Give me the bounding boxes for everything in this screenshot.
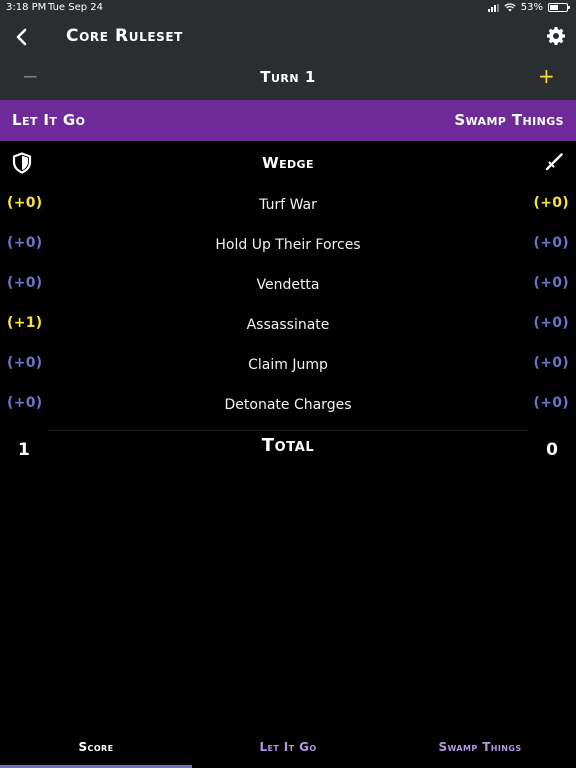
left-team-name: Let It Go (12, 111, 86, 129)
bottom-tab-bar: Score Let It Go Swamp Things (0, 736, 576, 768)
signal-icon (487, 3, 499, 12)
total-label: Total (261, 435, 315, 456)
objective-name: Hold Up Their Forces (215, 237, 361, 253)
right-score-modifier[interactable]: (+0) (534, 195, 569, 211)
right-team-name: Swamp Things (454, 111, 564, 129)
objective-row: (+0) Vendetta (+0) (0, 265, 576, 305)
objective-row: (+0) Hold Up Their Forces (+0) (0, 225, 576, 265)
sword-icon (545, 153, 563, 171)
status-time: 3:18 PM (6, 2, 47, 13)
turn-label: Turn 1 (260, 68, 316, 86)
gear-icon[interactable] (546, 26, 566, 46)
back-chevron-icon[interactable] (12, 26, 34, 48)
team-bar: Let It Go Swamp Things (0, 100, 576, 141)
status-date: Tue Sep 24 (48, 2, 104, 13)
navigation-bar: Core Ruleset − Turn 1 + (0, 16, 576, 100)
objective-row: (+0) Turf War (+0) (0, 185, 576, 225)
objective-row: (+0) Detonate Charges (+0) (0, 385, 576, 425)
tab-left-team[interactable]: Let It Go (192, 740, 384, 754)
right-score-modifier[interactable]: (+0) (534, 355, 569, 371)
total-row: 1 Total 0 (0, 434, 576, 464)
objective-name: Claim Jump (248, 357, 328, 373)
right-score-modifier[interactable]: (+0) (534, 395, 569, 411)
objective-list: (+0) Turf War (+0) (+0) Hold Up Their Fo… (0, 185, 576, 425)
battery-icon (548, 3, 570, 12)
tab-right-team[interactable]: Swamp Things (384, 740, 576, 754)
increment-turn-button[interactable]: + (538, 64, 555, 88)
objective-row: (+0) Claim Jump (+0) (0, 345, 576, 385)
objective-name: Assassinate (246, 317, 330, 333)
total-divider (48, 430, 528, 431)
battery-percent: 53% (520, 2, 543, 13)
mode-header: Wedge (0, 148, 576, 178)
mode-title: Wedge (262, 154, 314, 172)
right-total: 0 (546, 440, 558, 460)
objective-name: Turf War (259, 197, 317, 213)
status-bar: 3:18 PM Tue Sep 24 53% (0, 0, 576, 16)
tab-score[interactable]: Score (0, 740, 192, 754)
right-score-modifier[interactable]: (+0) (534, 315, 569, 331)
right-score-modifier[interactable]: (+0) (534, 275, 569, 291)
right-score-modifier[interactable]: (+0) (534, 235, 569, 251)
objective-row: (+1) Assassinate (+0) (0, 305, 576, 345)
objective-name: Detonate Charges (224, 397, 352, 413)
page-title: Core Ruleset (66, 26, 183, 46)
wifi-icon (504, 3, 516, 12)
status-indicators: 53% (487, 2, 570, 13)
objective-name: Vendetta (256, 277, 320, 293)
